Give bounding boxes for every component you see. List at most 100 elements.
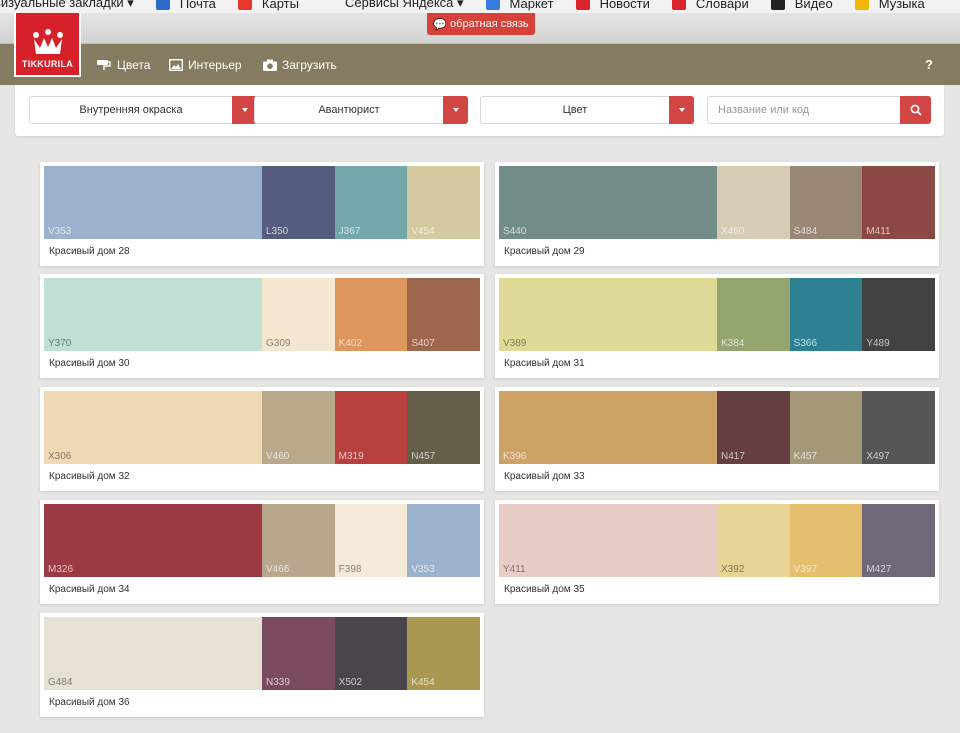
palette-card[interactable]: G484 N339 X502 K454 Красивый дом 36 xyxy=(40,613,484,717)
color-swatch[interactable]: M411 xyxy=(862,166,935,239)
swatch-code: Y489 xyxy=(866,338,890,349)
bookmark-item[interactable]: Почта xyxy=(155,0,216,11)
swatch-code: Y370 xyxy=(48,338,72,349)
bookmark-label: визуальные закладки ▾ xyxy=(0,0,134,10)
color-swatch[interactable]: X502 xyxy=(334,617,408,690)
color-swatch[interactable]: S440 xyxy=(499,166,717,239)
palette-card[interactable]: X306 V460 M319 N457 Красивый дом 32 xyxy=(40,387,484,491)
color-swatch[interactable]: K396 xyxy=(499,391,717,464)
swatch-code: V389 xyxy=(503,338,527,349)
swatch-code: K454 xyxy=(411,677,435,688)
swatch-row: X306 V460 M319 N457 xyxy=(44,391,480,464)
chevron-down-icon[interactable] xyxy=(443,96,468,124)
swatch-code: X306 xyxy=(48,451,72,462)
color-swatch[interactable]: V460 xyxy=(262,391,335,464)
palette-card[interactable]: V389 K384 S366 Y489 Красивый дом 31 xyxy=(495,274,939,378)
color-swatch[interactable]: S366 xyxy=(789,278,863,351)
nav-colors[interactable]: Цвета xyxy=(96,44,150,85)
bookmark-label: Новости xyxy=(599,0,650,11)
color-select[interactable]: Цвет xyxy=(480,96,694,124)
color-swatch[interactable]: Y489 xyxy=(862,278,935,351)
palette-card[interactable]: S440 X460 S484 M411 Красивый дом 29 xyxy=(495,162,939,266)
color-swatch[interactable]: K454 xyxy=(407,617,480,690)
search-icon xyxy=(910,104,922,116)
palette-title: Красивый дом 30 xyxy=(49,358,130,369)
color-swatch[interactable]: X306 xyxy=(44,391,262,464)
swatch-row: Y411 X392 V397 M427 xyxy=(499,504,935,577)
color-swatch[interactable]: M427 xyxy=(862,504,935,577)
tikkurila-logo[interactable]: TIKKURILA xyxy=(14,13,81,77)
bookmark-icon xyxy=(155,0,170,10)
swatch-code: X460 xyxy=(721,226,745,237)
color-swatch[interactable]: V389 xyxy=(499,278,717,351)
swatch-code: L350 xyxy=(266,226,289,237)
bookmark-item[interactable]: Словари xyxy=(671,0,749,11)
color-swatch[interactable]: V397 xyxy=(789,504,863,577)
color-swatch[interactable]: L350 xyxy=(262,166,335,239)
nav-interior[interactable]: Интерьер xyxy=(169,44,242,85)
color-swatch[interactable]: V454 xyxy=(407,166,480,239)
color-swatch[interactable]: Y411 xyxy=(499,504,717,577)
color-swatch[interactable]: V466 xyxy=(262,504,335,577)
palette-title: Красивый дом 36 xyxy=(49,697,130,708)
color-swatch[interactable]: M326 xyxy=(44,504,262,577)
color-swatch[interactable]: Y370 xyxy=(44,278,262,351)
color-swatch[interactable]: N339 xyxy=(262,617,335,690)
palette-title: Красивый дом 34 xyxy=(49,584,130,595)
palette-card[interactable]: M326 V466 F398 V353 Красивый дом 34 xyxy=(40,500,484,604)
palette-card[interactable]: Y411 X392 V397 M427 Красивый дом 35 xyxy=(495,500,939,604)
swatch-code: M326 xyxy=(48,564,74,575)
bookmark-label: Музыка xyxy=(878,0,925,11)
bookmark-item[interactable]: Новости xyxy=(575,0,650,11)
color-swatch[interactable]: X392 xyxy=(717,504,790,577)
color-swatch[interactable]: S407 xyxy=(407,278,480,351)
color-swatch[interactable]: S484 xyxy=(789,166,863,239)
color-swatch[interactable]: V353 xyxy=(44,166,262,239)
bookmark-icon xyxy=(671,0,686,10)
color-swatch[interactable]: X497 xyxy=(862,391,935,464)
palette-card[interactable]: K396 N417 K457 X497 Красивый дом 33 xyxy=(495,387,939,491)
bookmark-label: Сервисы Яндекса ▾ xyxy=(344,0,464,10)
color-swatch[interactable]: J367 xyxy=(334,166,408,239)
palette-card[interactable]: Y370 G309 K402 S407 Красивый дом 30 xyxy=(40,274,484,378)
bookmark-item[interactable]: визуальные закладки ▾ xyxy=(0,0,134,11)
color-swatch[interactable]: N417 xyxy=(717,391,790,464)
search-button[interactable] xyxy=(900,96,931,124)
color-swatch[interactable]: X460 xyxy=(717,166,790,239)
color-swatch[interactable]: K384 xyxy=(717,278,790,351)
bookmark-icon xyxy=(770,0,785,10)
palette-card[interactable]: V353 L350 J367 V454 Красивый дом 28 xyxy=(40,162,484,266)
bookmark-item[interactable]: Маркет xyxy=(485,0,554,11)
swatch-code: K402 xyxy=(338,338,363,349)
color-swatch[interactable]: K457 xyxy=(789,391,863,464)
swatch-code: K457 xyxy=(793,451,818,462)
bookmark-label: Маркет xyxy=(509,0,554,11)
color-swatch[interactable]: G309 xyxy=(262,278,335,351)
bookmark-item[interactable]: Видео xyxy=(770,0,833,11)
chevron-down-icon[interactable] xyxy=(669,96,694,124)
bookmark-icon xyxy=(237,0,252,10)
paint-type-select[interactable]: Внутренняя окраска xyxy=(29,96,257,124)
swatch-code: X502 xyxy=(338,677,363,688)
paint-type-value: Внутренняя окраска xyxy=(79,104,183,116)
color-swatch[interactable]: V353 xyxy=(407,504,480,577)
collection-select[interactable]: Авантюрист xyxy=(254,96,468,124)
nav-upload[interactable]: Загрузить xyxy=(263,44,337,85)
bookmark-item[interactable]: Карты xyxy=(237,0,299,11)
camera-icon xyxy=(263,59,277,71)
color-swatch[interactable]: N457 xyxy=(407,391,480,464)
swatch-code: Y411 xyxy=(503,564,526,575)
search-input[interactable] xyxy=(707,96,900,124)
bookmark-item[interactable]: Музыка xyxy=(854,0,925,11)
collection-value: Авантюрист xyxy=(318,104,380,116)
feedback-button[interactable]: 💬 обратная связь xyxy=(427,13,535,35)
image-icon xyxy=(169,58,183,71)
swatch-code: S440 xyxy=(503,226,527,237)
color-swatch[interactable]: F398 xyxy=(334,504,408,577)
color-swatch[interactable]: K402 xyxy=(334,278,408,351)
nav-colors-label: Цвета xyxy=(117,57,151,72)
help-button[interactable]: ? xyxy=(925,44,933,85)
bookmark-item[interactable]: Сервисы Яндекса ▾ xyxy=(320,0,464,11)
color-swatch[interactable]: M319 xyxy=(334,391,408,464)
color-swatch[interactable]: G484 xyxy=(44,617,262,690)
